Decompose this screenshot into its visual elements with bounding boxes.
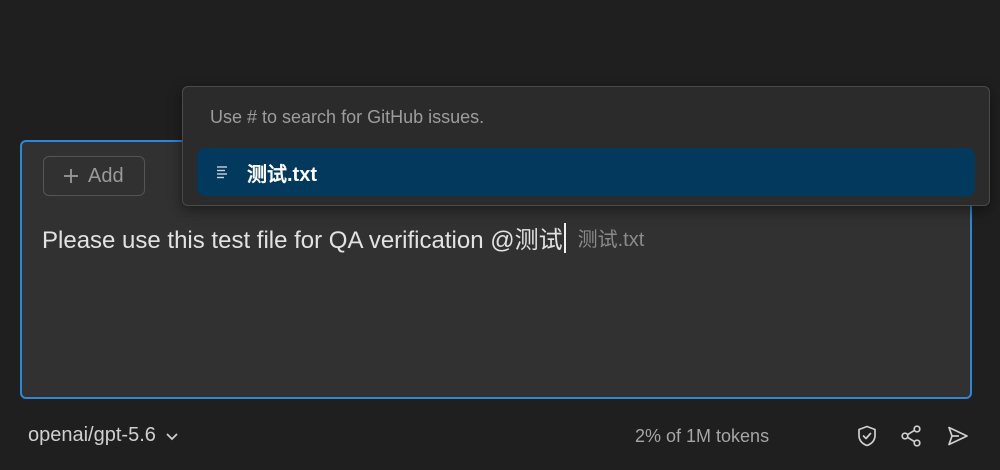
message-input[interactable]: Please use this test file for QA verific… [42,220,644,255]
popup-hint: Use # to search for GitHub issues. [210,107,485,127]
share-icon [901,425,921,447]
add-context-button[interactable]: Add [43,156,145,196]
text-caret [563,222,566,253]
plus-icon [64,169,78,183]
file-lines-icon [217,166,227,179]
add-button-label: Add [88,164,124,187]
model-picker[interactable]: openai/gpt-5.6 [28,424,180,447]
mention-autocomplete-popup: Use # to search for GitHub issues. 测试.tx… [182,86,990,206]
shield-check-icon [858,425,876,447]
model-name: openai/gpt-5.6 [28,424,156,446]
send-button[interactable] [944,422,972,450]
share-button[interactable] [897,422,925,450]
send-icon [948,426,968,446]
shield-check-button[interactable] [853,422,881,450]
message-text: Please use this test file for QA verific… [42,227,563,254]
composer-footer: openai/gpt-5.6 2% of 1M tokens [0,400,1000,470]
autocomplete-item-label: 测试.txt [247,163,317,186]
token-usage: 2% of 1M tokens [635,426,770,446]
inline-suggestion: 测试.txt [577,229,645,251]
chevron-down-icon [166,432,178,440]
autocomplete-item-file[interactable]: 测试.txt [197,148,975,196]
chat-panel: Add Please use this test file for QA ver… [0,0,1000,470]
